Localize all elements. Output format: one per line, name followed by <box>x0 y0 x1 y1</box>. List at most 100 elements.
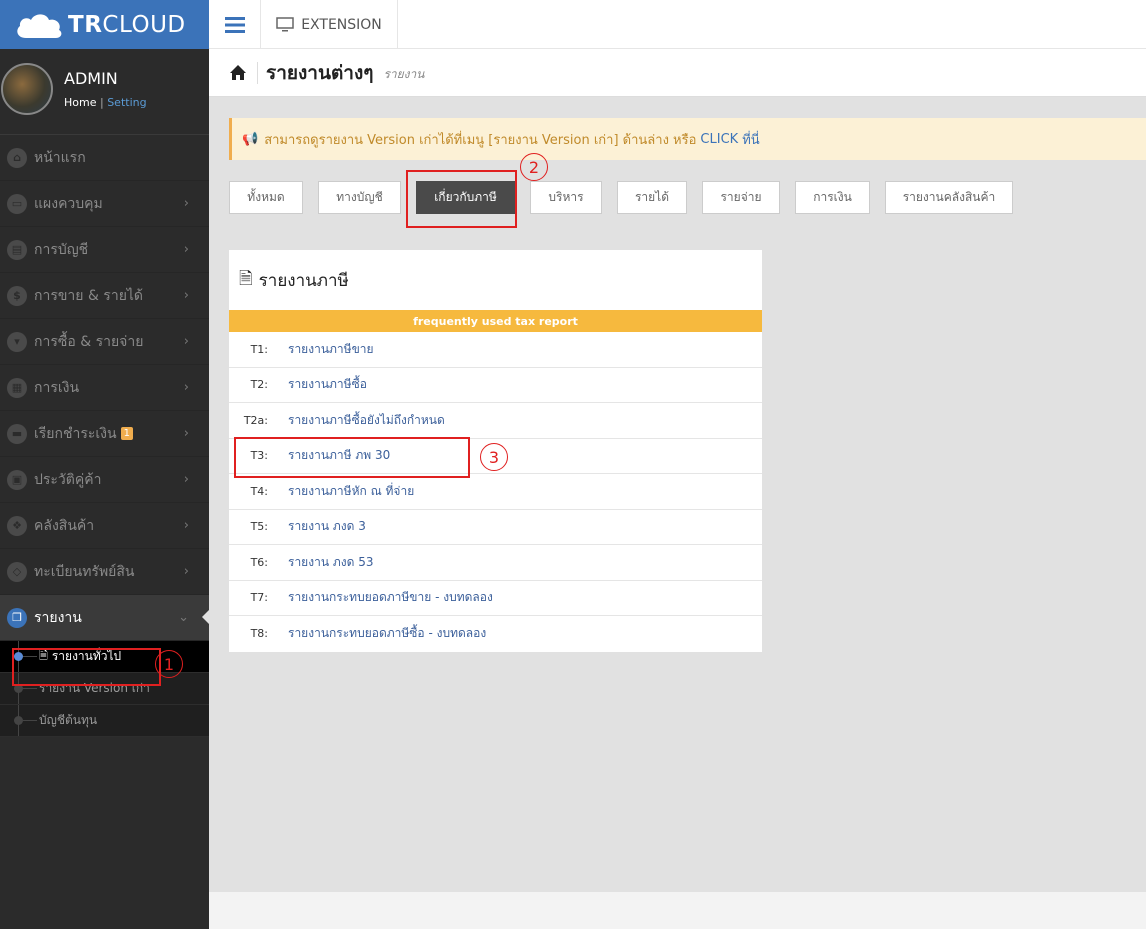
book-icon: ▤ <box>7 239 27 260</box>
tab-inventory-reports[interactable]: รายงานคลังสินค้า <box>885 181 1013 214</box>
report-link[interactable]: รายงานภาษีหัก ณ ที่จ่าย <box>288 482 414 501</box>
annotation-box-1 <box>12 648 161 686</box>
home-link[interactable]: Home <box>64 96 96 109</box>
sidebar: ADMIN Home | Setting ⌂ หน้าแรก ▭ แผงควบคุม… <box>0 49 209 929</box>
annotation-box-2 <box>406 170 517 228</box>
info-alert: 📢 สามารถดูรายงาน Version เก่าได้ที่เมนู … <box>229 118 1146 160</box>
contact-icon: ▣ <box>7 469 27 490</box>
report-row: T7: รายงานกระทบยอดภาษีขาย - งบทดลอง <box>229 581 762 616</box>
cloud-icon <box>17 13 62 38</box>
setting-link[interactable]: Setting <box>107 96 146 109</box>
extension-label: EXTENSION <box>301 16 382 33</box>
profile-links: Home | Setting <box>64 96 147 109</box>
extension-tab[interactable]: EXTENSION <box>261 0 398 49</box>
tab-all[interactable]: ทั้งหมด <box>229 181 303 214</box>
sidebar-item-label: การซื้อ & รายจ่าย <box>34 333 144 350</box>
chevron-right-icon: › <box>183 242 189 257</box>
annotation-number-2: 2 <box>520 153 548 181</box>
report-link[interactable]: รายงานกระทบยอดภาษีขาย - งบทดลอง <box>288 588 493 607</box>
document-icon: 🗎 <box>239 268 253 289</box>
cubes-icon: ❖ <box>7 515 27 536</box>
tab-accounting[interactable]: ทางบัญชี <box>318 181 401 214</box>
chevron-right-icon: › <box>183 518 189 533</box>
chevron-right-icon: › <box>183 334 189 349</box>
page-subtitle: รายงาน <box>383 66 425 81</box>
panel-title: 🗎 รายงานภาษี <box>229 250 762 310</box>
chevron-right-icon: › <box>183 196 189 211</box>
avatar[interactable] <box>1 63 53 115</box>
alert-click-link[interactable]: CLICK <box>700 132 738 147</box>
profile-name: ADMIN <box>64 69 118 88</box>
report-row: T4: รายงานภาษีหัก ณ ที่จ่าย <box>229 474 762 510</box>
report-row: T2: รายงานภาษีซื้อ <box>229 368 762 403</box>
sidebar-item-reports[interactable]: ❐ รายงาน ⌄ <box>0 595 209 641</box>
report-link[interactable]: รายงานภาษีขาย <box>288 340 374 359</box>
alert-text: สามารถดูรายงาน Version เก่าได้ที่เมนู [ร… <box>264 132 697 148</box>
sidebar-item-finance[interactable]: ▦ การเงิน › <box>0 365 209 411</box>
home-icon[interactable] <box>229 64 247 82</box>
report-icon: ❐ <box>7 607 27 628</box>
report-row: T6: รายงาน ภงด 53 <box>229 545 762 581</box>
report-code: T8: <box>250 627 268 641</box>
report-row: T5: รายงาน ภงด 3 <box>229 510 762 545</box>
subnav-item-cost-accounting[interactable]: บัญชีต้นทุน <box>0 705 209 737</box>
sidebar-item-accounting[interactable]: ▤ การบัญชี › <box>0 227 209 273</box>
sidebar-item-dashboard[interactable]: ▭ แผงควบคุม › <box>0 181 209 227</box>
report-code: T7: <box>250 591 268 605</box>
bullet-dot <box>14 716 23 725</box>
report-code: T4: <box>250 484 268 498</box>
sidebar-item-label: การเงิน <box>34 379 80 396</box>
report-link[interactable]: รายงานกระทบยอดภาษีซื้อ - งบทดลอง <box>288 624 486 643</box>
sidebar-item-label: การบัญชี <box>34 241 89 258</box>
report-link[interactable]: รายงานภาษีซื้อยังไม่ถึงกำหนด <box>288 411 445 430</box>
report-link[interactable]: รายงาน ภงด 3 <box>288 517 366 536</box>
sidebar-item-sales[interactable]: $ การขาย & รายได้ › <box>0 273 209 319</box>
page-header: รายงานต่างๆ รายงาน <box>209 49 1146 97</box>
monitor-icon <box>276 17 294 32</box>
sidebar-item-label: หน้าแรก <box>34 149 86 166</box>
hamburger-menu-button[interactable] <box>209 0 261 49</box>
monitor-icon: ▭ <box>7 193 27 214</box>
annotation-box-3 <box>234 437 470 478</box>
sidebar-item-assets[interactable]: ◇ ทะเบียนทรัพย์สิน › <box>0 549 209 595</box>
header-divider <box>257 61 258 84</box>
subnav-label: บัญชีต้นทุน <box>39 713 98 727</box>
tab-revenue[interactable]: รายได้ <box>617 181 687 214</box>
sidebar-item-label: ทะเบียนทรัพย์สิน <box>34 563 135 580</box>
annotation-number-3: 3 <box>480 443 508 471</box>
page-title: รายงานต่างๆ <box>266 61 374 84</box>
chevron-right-icon: › <box>183 472 189 487</box>
page-footer <box>209 892 1146 929</box>
report-row: T2a: รายงานภาษีซื้อยังไม่ถึงกำหนด <box>229 403 762 439</box>
report-row: T1: รายงานภาษีขาย <box>229 332 762 368</box>
cart-icon: ▾ <box>7 331 27 352</box>
brand-logo[interactable]: TRCLOUD <box>0 0 209 49</box>
report-link[interactable]: รายงานภาษีซื้อ <box>288 375 367 394</box>
tab-management[interactable]: บริหาร <box>530 181 602 214</box>
alert-here-link[interactable]: ที่นี่ <box>742 129 759 150</box>
sidebar-nav: ⌂ หน้าแรก ▭ แผงควบคุม › ▤ การบัญชี › $ การขาย … <box>0 135 209 641</box>
sidebar-item-inventory[interactable]: ❖ คลังสินค้า › <box>0 503 209 549</box>
report-code: T2: <box>250 378 268 392</box>
sidebar-item-home[interactable]: ⌂ หน้าแรก <box>0 135 209 181</box>
chevron-right-icon: › <box>183 426 189 441</box>
sidebar-item-partners[interactable]: ▣ ประวัติคู่ค้า › <box>0 457 209 503</box>
frequent-reports-banner: frequently used tax report <box>229 310 762 332</box>
user-profile: ADMIN Home | Setting <box>0 49 209 135</box>
report-code: T6: <box>250 555 268 569</box>
connector-line <box>23 688 37 689</box>
tab-finance[interactable]: การเงิน <box>795 181 870 214</box>
report-link[interactable]: รายงาน ภงด 53 <box>288 553 373 572</box>
dollar-icon: $ <box>7 285 27 306</box>
report-code: T1: <box>250 342 268 356</box>
report-row: T8: รายงานกระทบยอดภาษีซื้อ - งบทดลอง <box>229 616 762 652</box>
sidebar-item-label: แผงควบคุม <box>34 195 103 212</box>
home-icon: ⌂ <box>7 147 27 168</box>
tab-expense[interactable]: รายจ่าย <box>702 181 780 214</box>
sidebar-item-purchase[interactable]: ▾ การซื้อ & รายจ่าย › <box>0 319 209 365</box>
sidebar-item-billing[interactable]: ▬ เรียกชำระเงิน 1 › <box>0 411 209 457</box>
chevron-down-icon: ⌄ <box>178 610 189 625</box>
connector-line <box>23 720 37 721</box>
panel-title-text: รายงานภาษี <box>258 270 349 291</box>
brand-name: TRCLOUD <box>68 11 186 38</box>
